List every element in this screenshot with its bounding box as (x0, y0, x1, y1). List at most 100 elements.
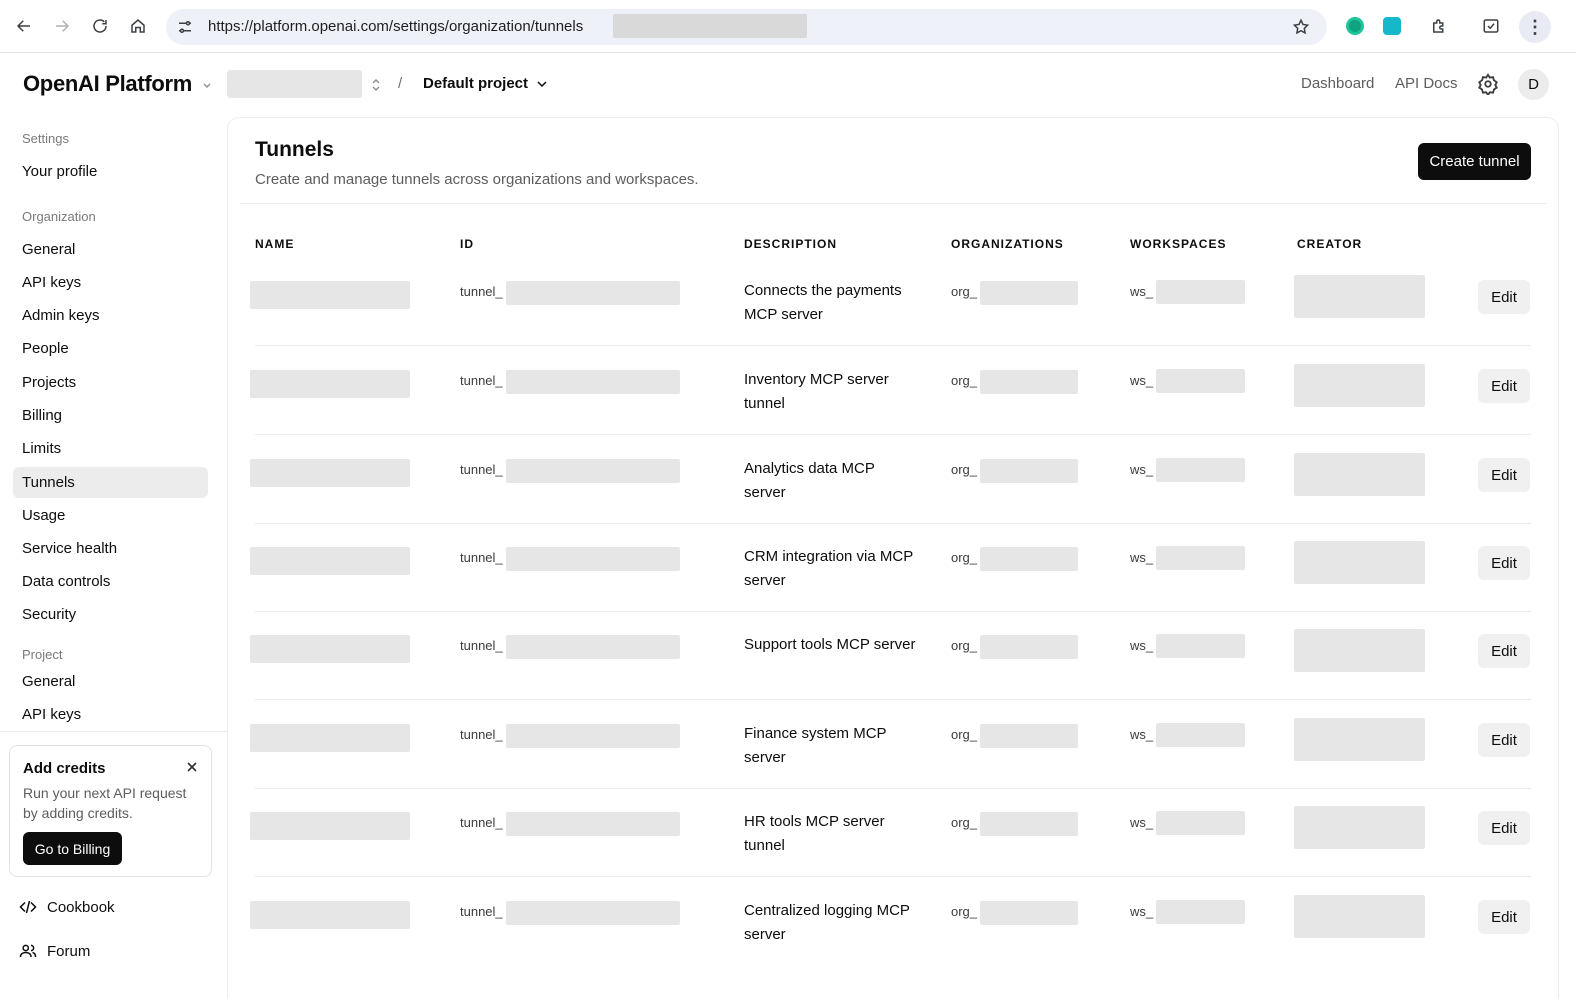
row-divider (255, 523, 1531, 524)
workspace-id-redacted (1156, 280, 1245, 304)
sidebar-item-people[interactable]: People (13, 333, 208, 364)
tunnel-name-redacted (250, 812, 410, 840)
organization-id-prefix: org_ (951, 550, 978, 565)
organization-id-prefix: org_ (951, 815, 978, 830)
tunnel-name-redacted (250, 459, 410, 487)
edit-tunnel-button[interactable]: Edit (1478, 458, 1530, 492)
organization-id-prefix: org_ (951, 284, 978, 299)
home-icon[interactable] (126, 14, 150, 38)
avatar[interactable]: D (1518, 69, 1549, 100)
bookmark-star-icon[interactable] (1292, 18, 1310, 36)
create-tunnel-button[interactable]: Create tunnel (1418, 143, 1531, 180)
page-title: Tunnels (255, 138, 334, 161)
forum-link[interactable]: Forum (19, 942, 90, 960)
tunnel-id-prefix: tunnel_ (460, 727, 503, 742)
api-docs-link[interactable]: API Docs (1395, 75, 1458, 92)
code-icon (19, 900, 37, 914)
tunnel-id-redacted (506, 370, 680, 394)
cookbook-label: Cookbook (47, 898, 115, 916)
sidebar-item-limits[interactable]: Limits (13, 433, 208, 464)
row-divider (255, 611, 1531, 612)
page-subtitle: Create and manage tunnels across organiz… (255, 171, 699, 188)
chevron-updown-icon[interactable] (370, 77, 382, 93)
extensions-puzzle-icon[interactable] (1430, 17, 1448, 35)
sidebar-item-general[interactable]: General (13, 234, 208, 265)
forward-arrow-icon[interactable] (50, 14, 74, 38)
reload-icon[interactable] (88, 14, 112, 38)
cookbook-link[interactable]: Cookbook (19, 898, 115, 916)
back-arrow-icon[interactable] (12, 14, 36, 38)
workspace-id-redacted (1156, 634, 1245, 658)
edit-tunnel-button[interactable]: Edit (1478, 546, 1530, 580)
edit-tunnel-button[interactable]: Edit (1478, 723, 1530, 757)
edit-tunnel-button[interactable]: Edit (1478, 900, 1530, 934)
sidebar-item-projects[interactable]: Projects (13, 367, 208, 398)
sidebar-item-security[interactable]: Security (13, 599, 208, 630)
creator-redacted (1294, 275, 1425, 318)
workspace-id-redacted (1156, 458, 1245, 482)
dashboard-link[interactable]: Dashboard (1301, 75, 1374, 92)
organization-selector[interactable] (227, 70, 362, 98)
sidebar-item-admin-keys[interactable]: Admin keys (13, 300, 208, 331)
tunnel-id-prefix: tunnel_ (460, 815, 503, 830)
app-logo[interactable]: OpenAI Platform (23, 71, 192, 97)
organization-id-prefix: org_ (951, 638, 978, 653)
edit-tunnel-button[interactable]: Edit (1478, 634, 1530, 668)
column-header-creator: CREATOR (1297, 237, 1363, 251)
organization-id-redacted (980, 370, 1078, 394)
tunnel-id-prefix: tunnel_ (460, 638, 503, 653)
column-header-organizations: ORGANIZATIONS (951, 237, 1064, 251)
sidebar-item-your-profile[interactable]: Your profile (13, 156, 208, 187)
workspace-id-redacted (1156, 811, 1245, 835)
sidebar-item-project-api-keys[interactable]: API keys (13, 699, 208, 730)
tunnel-id-redacted (506, 635, 680, 659)
tunnel-id-prefix: tunnel_ (460, 904, 503, 919)
gear-icon[interactable] (1477, 73, 1499, 95)
workspace-id-redacted (1156, 369, 1245, 393)
browser-menu-icon[interactable]: ⋮ (1519, 11, 1551, 43)
tunnel-id-prefix: tunnel_ (460, 462, 503, 477)
sidebar-divider (0, 731, 227, 732)
organization-id-prefix: org_ (951, 727, 978, 742)
tunnel-id-redacted (506, 724, 680, 748)
sidebar-item-tunnels[interactable]: Tunnels (13, 467, 208, 498)
sidebar-item-project-general[interactable]: General (13, 666, 208, 697)
column-header-id: ID (460, 237, 474, 251)
tunnel-description: CRM integration via MCP server (744, 548, 913, 589)
workspace-id-prefix: ws_ (1130, 373, 1154, 388)
project-selector[interactable]: Default project (423, 75, 548, 92)
credits-title: Add credits (23, 760, 106, 777)
creator-redacted (1294, 718, 1425, 761)
forum-label: Forum (47, 942, 91, 960)
site-settings-icon[interactable] (176, 18, 194, 36)
edit-tunnel-button[interactable]: Edit (1478, 280, 1530, 314)
mail-check-icon[interactable] (1482, 17, 1500, 35)
extension-teal-icon[interactable] (1383, 17, 1401, 35)
organization-id-prefix: org_ (951, 904, 978, 919)
tunnel-id-redacted (506, 547, 680, 571)
project-section-label: Project (22, 647, 63, 662)
tunnel-description: Analytics data MCP server (744, 460, 875, 501)
edit-tunnel-button[interactable]: Edit (1478, 811, 1530, 845)
tunnel-description: Connects the payments MCP server (744, 282, 902, 323)
sidebar-item-service-health[interactable]: Service health (13, 533, 208, 564)
tunnel-description: HR tools MCP server tunnel (744, 813, 885, 854)
sidebar-item-usage[interactable]: Usage (13, 500, 208, 531)
edit-tunnel-button[interactable]: Edit (1478, 369, 1530, 403)
sidebar-item-api-keys[interactable]: API keys (13, 267, 208, 298)
extension-green-icon[interactable] (1346, 17, 1364, 35)
organization-id-redacted (980, 635, 1078, 659)
chevron-down-icon[interactable] (202, 80, 212, 90)
organization-id-redacted (980, 459, 1078, 483)
sidebar-item-billing[interactable]: Billing (13, 400, 208, 431)
project-name: Default project (423, 75, 529, 92)
go-to-billing-button[interactable]: Go to Billing (23, 832, 122, 865)
close-icon[interactable] (185, 760, 199, 774)
address-bar[interactable]: https://platform.openai.com/settings/org… (166, 9, 1327, 45)
tunnel-id-redacted (506, 281, 680, 305)
creator-redacted (1294, 629, 1425, 672)
workspace-id-prefix: ws_ (1130, 462, 1154, 477)
workspace-id-prefix: ws_ (1130, 727, 1154, 742)
tunnel-name-redacted (250, 370, 410, 398)
sidebar-item-data-controls[interactable]: Data controls (13, 566, 208, 597)
